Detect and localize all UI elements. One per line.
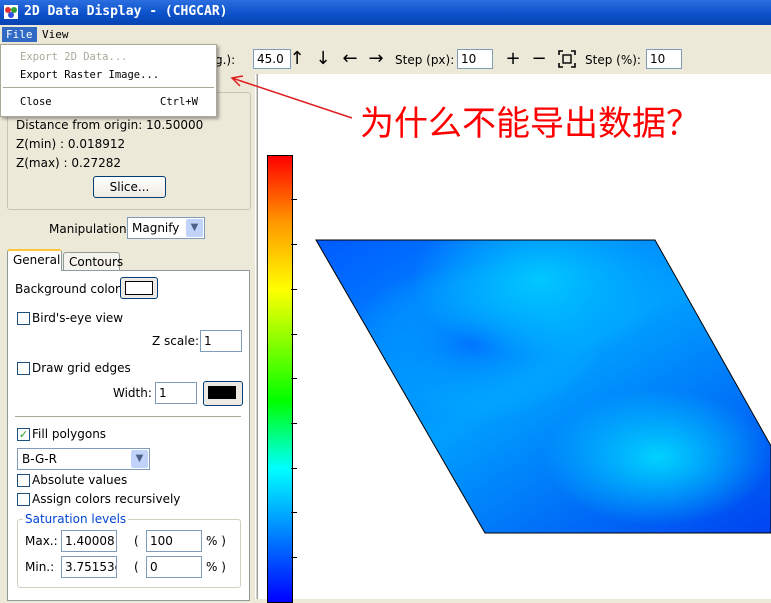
export-2d-data-item[interactable]: Export 2D Data... xyxy=(1,48,216,66)
annotation-text: 为什么不能导出数据？ xyxy=(360,104,700,144)
export-raster-item[interactable]: Export Raster Image... xyxy=(1,66,216,84)
menu-separator xyxy=(3,87,214,88)
tab-general[interactable]: General xyxy=(7,249,62,271)
export-raster-label: Export Raster Image... xyxy=(20,69,160,81)
close-item[interactable]: Close Ctrl+W xyxy=(1,93,216,111)
export-2d-data-label: Export 2D Data... xyxy=(20,51,128,63)
close-shortcut: Ctrl+W xyxy=(160,96,198,108)
close-label: Close xyxy=(20,96,52,108)
file-menu-dropdown: Export 2D Data... Export Raster Image...… xyxy=(0,44,217,117)
